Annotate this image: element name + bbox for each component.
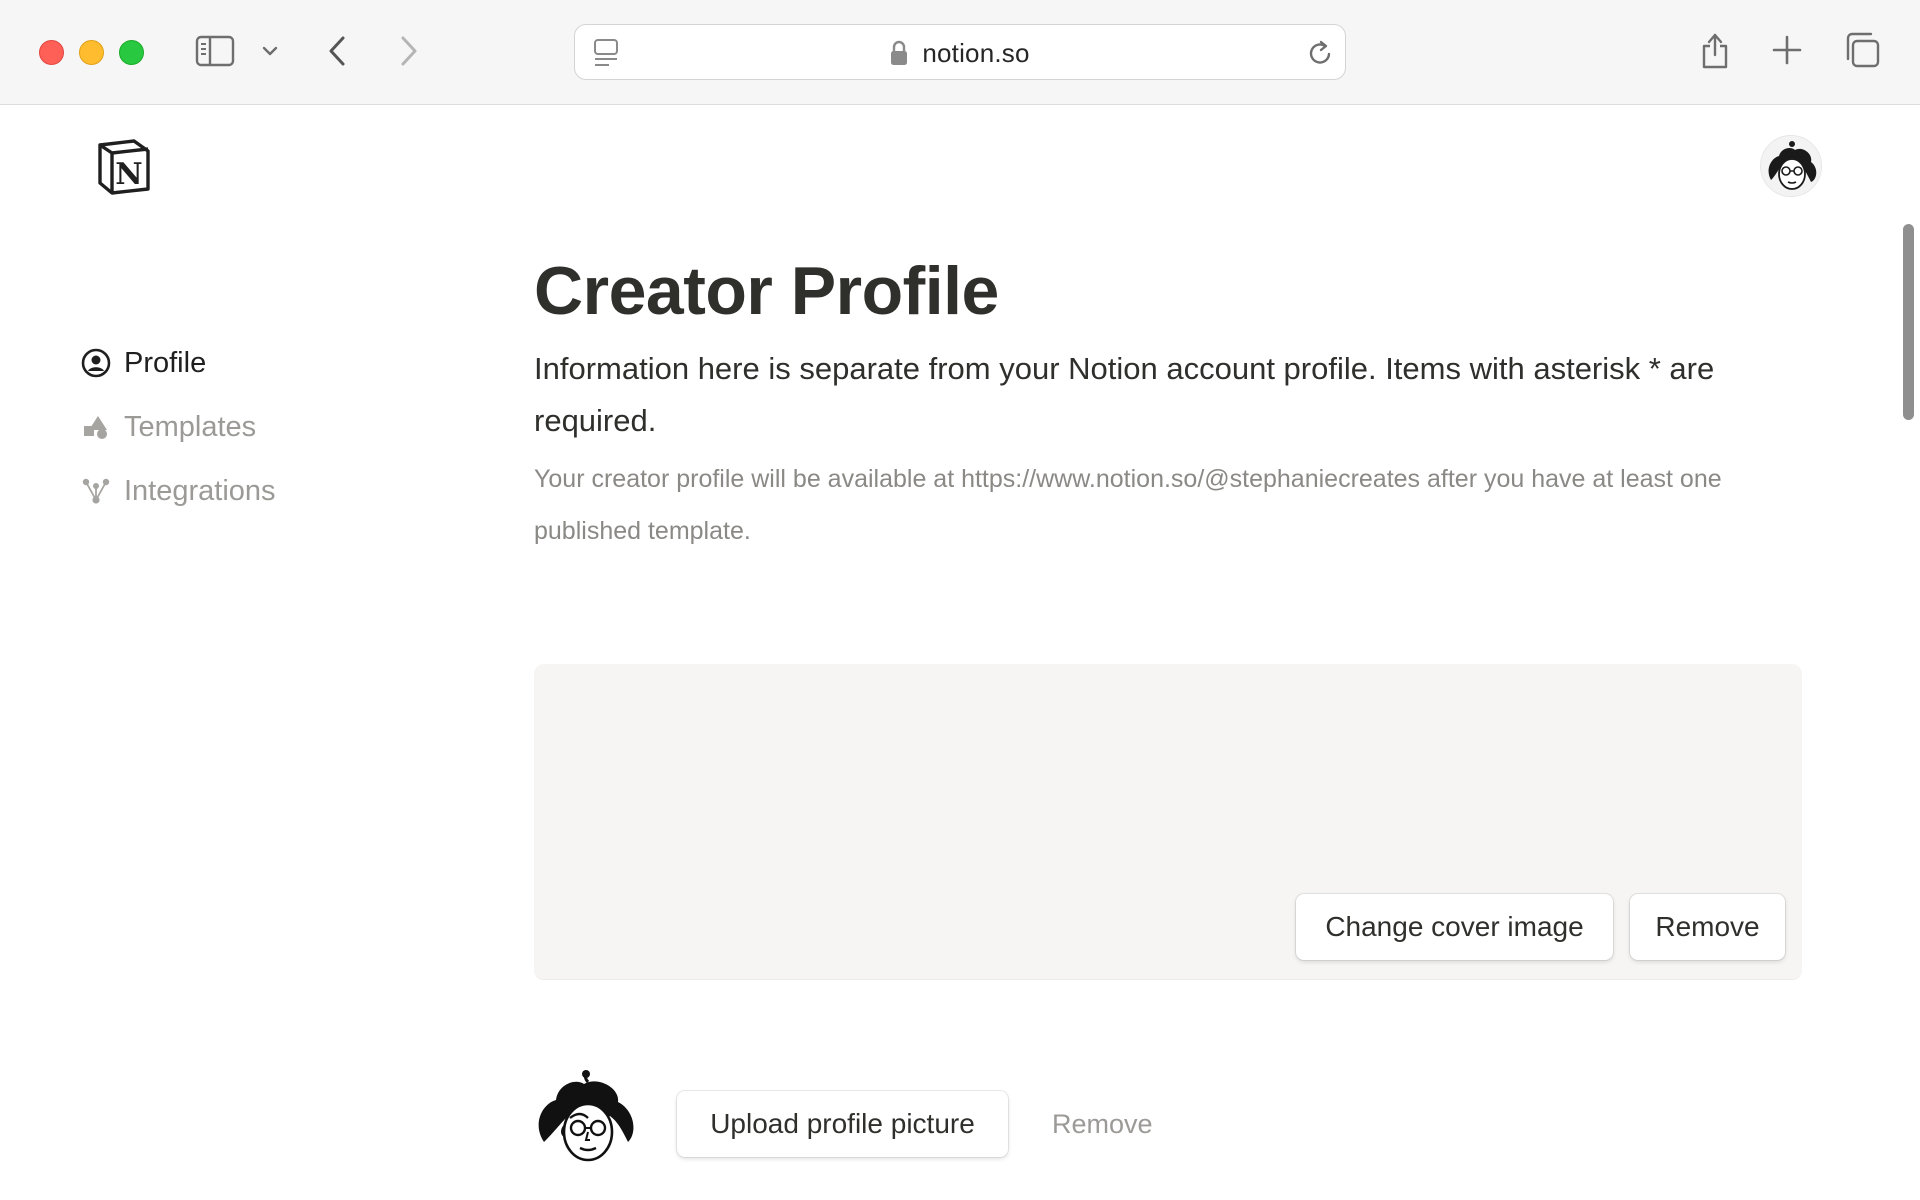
page-content: N Profile Templates Integrations Creator… — [0, 106, 1920, 1200]
share-icon[interactable] — [1698, 28, 1732, 72]
nav-label: Integrations — [124, 474, 276, 507]
main-content: Creator Profile Information here is sepa… — [534, 251, 1804, 557]
forward-arrow-icon[interactable] — [394, 32, 424, 70]
vertical-scrollbar[interactable] — [1903, 224, 1914, 420]
minimize-window-button[interactable] — [79, 40, 104, 65]
url-text[interactable]: notion.so — [922, 38, 1029, 69]
close-window-button[interactable] — [39, 40, 64, 65]
zoom-window-button[interactable] — [119, 40, 144, 65]
user-circle-icon — [80, 347, 112, 379]
profile-url-helper: Your creator profile will be available a… — [534, 465, 1722, 545]
address-bar[interactable]: notion.so — [574, 24, 1346, 80]
browser-toolbar: notion.so — [0, 0, 1920, 105]
settings-nav: Profile Templates Integrations — [80, 331, 276, 523]
browser-window: notion.so N Profile Templates Integratio… — [0, 0, 1920, 1200]
nav-item-integrations[interactable]: Integrations — [80, 459, 276, 523]
profile-picture-row: Upload profile picture Remove — [534, 1066, 1804, 1176]
nav-item-templates[interactable]: Templates — [80, 395, 276, 459]
page-title: Creator Profile — [534, 253, 999, 329]
plus-icon[interactable] — [1771, 34, 1803, 66]
shapes-icon — [80, 411, 112, 443]
back-arrow-icon[interactable] — [322, 32, 352, 70]
profile-picture — [534, 1066, 644, 1176]
nav-label: Profile — [124, 346, 207, 379]
chevron-down-icon[interactable] — [260, 40, 280, 62]
cover-image-area: Change cover image Remove — [534, 664, 1802, 980]
account-avatar[interactable] — [1760, 135, 1822, 197]
network-icon — [80, 475, 112, 507]
remove-cover-button[interactable]: Remove — [1630, 894, 1785, 960]
sidebar-toggle-icon[interactable] — [194, 33, 236, 69]
tab-overview-icon[interactable] — [1843, 31, 1881, 69]
nav-item-profile[interactable]: Profile — [80, 331, 276, 395]
svg-text:N: N — [115, 157, 142, 192]
change-cover-image-button[interactable]: Change cover image — [1296, 894, 1613, 960]
nav-label: Templates — [124, 410, 257, 443]
reload-icon[interactable] — [1305, 37, 1335, 69]
remove-profile-picture-button[interactable]: Remove — [1052, 1091, 1153, 1157]
upload-profile-picture-button[interactable]: Upload profile picture — [677, 1091, 1008, 1157]
page-subtitle: Information here is separate from your N… — [534, 351, 1715, 438]
notion-logo-icon[interactable]: N — [94, 137, 152, 195]
lock-icon — [890, 40, 908, 66]
